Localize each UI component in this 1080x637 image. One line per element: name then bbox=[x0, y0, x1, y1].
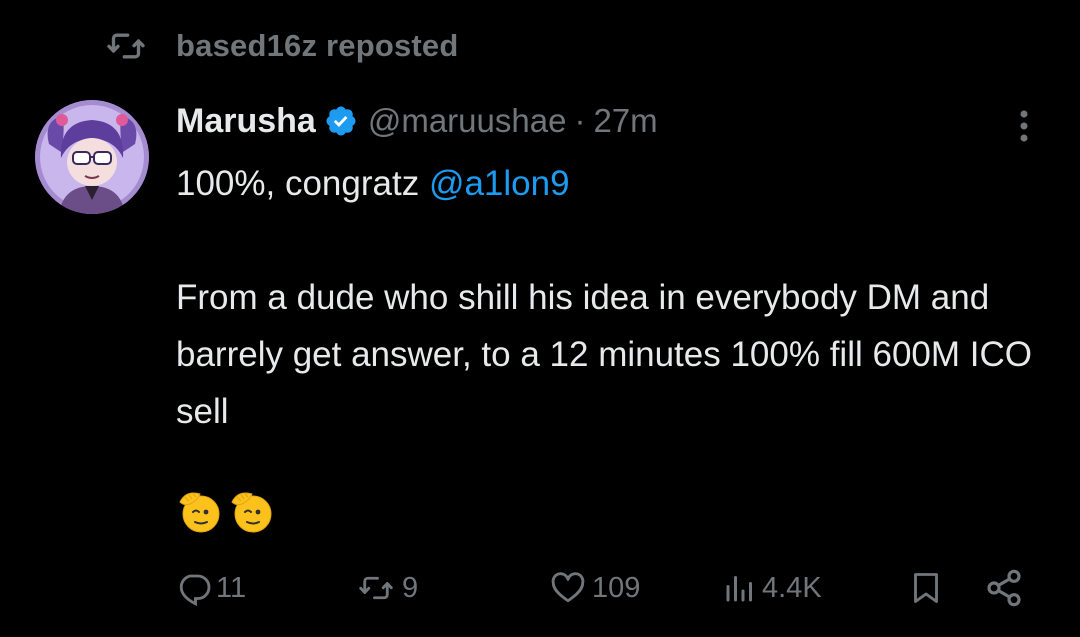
repost-indicator[interactable]: based16z reposted bbox=[104, 24, 459, 68]
repost-count: 9 bbox=[402, 571, 419, 604]
reply-count: 11 bbox=[216, 571, 247, 604]
bookmark-icon bbox=[914, 573, 938, 603]
views-button[interactable]: 4.4K bbox=[722, 560, 822, 616]
repost-icon bbox=[104, 24, 148, 68]
timestamp[interactable]: 27m bbox=[593, 102, 657, 140]
repost-action-icon bbox=[359, 576, 393, 600]
avatar[interactable] bbox=[35, 100, 149, 214]
reply-icon bbox=[179, 574, 211, 606]
heart-icon bbox=[551, 572, 585, 603]
share-icon bbox=[987, 569, 1021, 607]
reply-button[interactable]: 11 bbox=[176, 560, 246, 616]
views-count: 4.4K bbox=[762, 571, 822, 604]
saluting-face-emoji bbox=[231, 492, 272, 533]
emoji-row bbox=[176, 488, 274, 534]
tweet-header: Marusha @maruushae · 27m bbox=[176, 96, 658, 146]
like-count: 109 bbox=[592, 571, 641, 604]
views-icon bbox=[726, 576, 752, 602]
tweet-line-1: 100%, congratz @a1lon9 bbox=[176, 155, 1036, 212]
repost-label: based16z reposted bbox=[176, 28, 459, 63]
separator-dot: · bbox=[574, 102, 586, 139]
saluting-face-emoji bbox=[179, 492, 220, 533]
repost-button[interactable]: 9 bbox=[354, 560, 418, 616]
more-icon bbox=[1020, 110, 1028, 142]
tweet-text: 100%, congratz @a1lon9 From a dude who s… bbox=[176, 155, 1036, 440]
tweet-text-prefix: 100%, congratz bbox=[176, 164, 429, 203]
more-options-button[interactable] bbox=[1006, 104, 1042, 148]
author-handle[interactable]: @maruushae bbox=[368, 102, 567, 140]
tweet-paragraph-2: From a dude who shill his idea in everyb… bbox=[176, 278, 1032, 431]
like-button[interactable]: 109 bbox=[548, 560, 640, 616]
share-button[interactable] bbox=[984, 560, 1024, 616]
verified-badge-icon[interactable] bbox=[324, 104, 358, 138]
mention-link[interactable]: @a1lon9 bbox=[429, 164, 570, 203]
author-name[interactable]: Marusha bbox=[176, 102, 316, 141]
bookmark-button[interactable] bbox=[908, 560, 944, 616]
action-bar: 11 9 109 4.4K bbox=[0, 560, 1080, 616]
